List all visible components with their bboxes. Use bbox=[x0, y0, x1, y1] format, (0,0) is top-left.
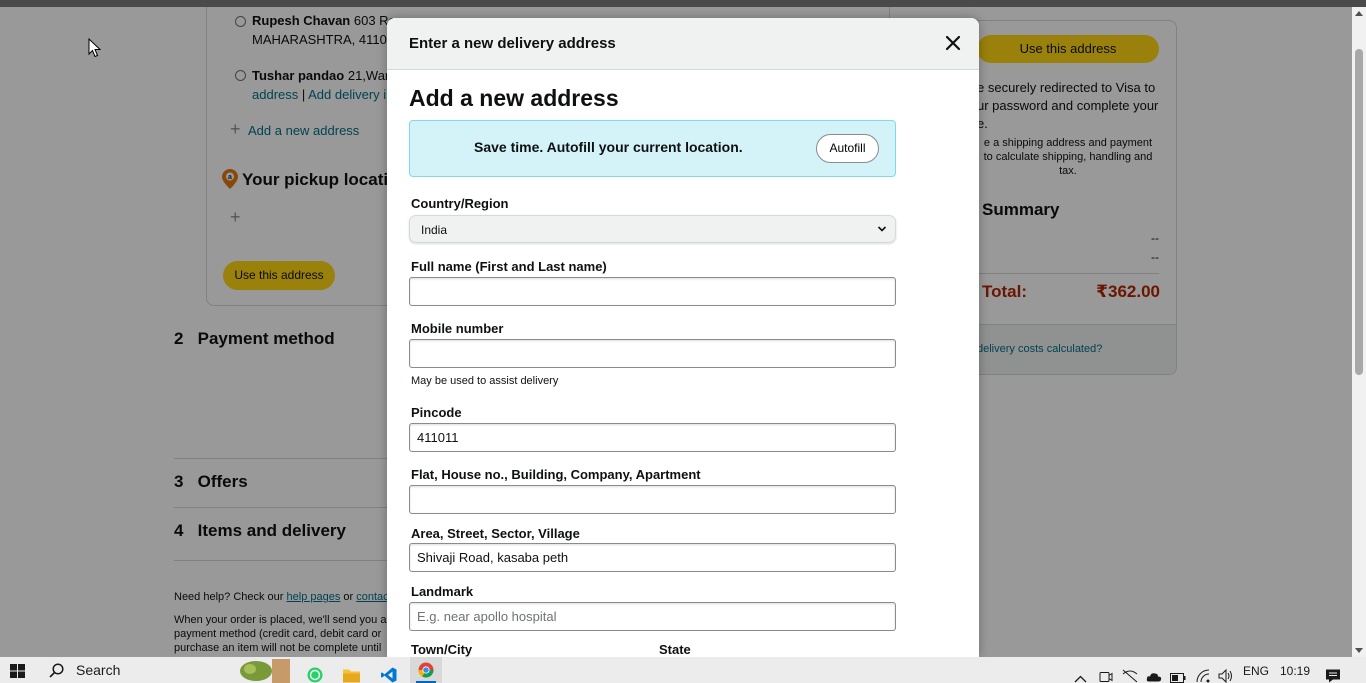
windows-taskbar: Search ENG 10:19 bbox=[0, 657, 1366, 683]
scroll-up-arrow-icon[interactable] bbox=[1355, 11, 1363, 16]
network-disconnected-icon[interactable] bbox=[1122, 663, 1138, 683]
flat-input[interactable] bbox=[409, 485, 896, 514]
chrome-icon bbox=[418, 662, 434, 678]
notifications-icon[interactable] bbox=[1325, 663, 1341, 683]
autofill-banner: Save time. Autofill your current locatio… bbox=[409, 120, 896, 177]
scroll-down-arrow-icon[interactable] bbox=[1355, 648, 1363, 653]
mobile-label: Mobile number bbox=[411, 321, 504, 336]
language-indicator[interactable]: ENG bbox=[1243, 664, 1269, 678]
landmark-label: Landmark bbox=[411, 584, 474, 599]
chevron-up-icon[interactable] bbox=[1074, 666, 1087, 683]
area-input[interactable] bbox=[409, 543, 896, 572]
country-select[interactable]: India bbox=[409, 215, 896, 243]
autofill-text: Save time. Autofill your current locatio… bbox=[474, 139, 743, 155]
mouse-cursor-icon bbox=[88, 38, 102, 58]
wifi-icon[interactable] bbox=[1196, 663, 1211, 683]
weather-widget-icon[interactable] bbox=[236, 657, 292, 683]
mobile-input[interactable] bbox=[409, 339, 896, 368]
pincode-label: Pincode bbox=[411, 405, 462, 420]
landmark-input[interactable] bbox=[409, 602, 896, 631]
taskbar-search-label[interactable]: Search bbox=[76, 662, 120, 678]
chevron-down-icon bbox=[877, 226, 887, 232]
chrome-taskbar-item[interactable] bbox=[410, 657, 442, 683]
clock[interactable]: 10:19 bbox=[1280, 664, 1310, 678]
modal-heading: Add a new address bbox=[409, 85, 619, 111]
state-label: State bbox=[659, 642, 691, 657]
close-icon[interactable] bbox=[944, 34, 962, 52]
scroll-thumb[interactable] bbox=[1355, 49, 1363, 375]
autofill-button[interactable]: Autofill bbox=[816, 134, 879, 163]
modal-title: Enter a new delivery address bbox=[409, 35, 616, 52]
browser-top-strip bbox=[0, 0, 1366, 7]
country-label: Country/Region bbox=[411, 196, 509, 211]
battery-icon[interactable] bbox=[1170, 665, 1186, 683]
new-address-modal: Enter a new delivery address Add a new a… bbox=[387, 18, 979, 657]
page-scrollbar[interactable] bbox=[1352, 7, 1366, 657]
fullname-label: Full name (First and Last name) bbox=[411, 259, 607, 274]
file-explorer-icon[interactable] bbox=[343, 662, 360, 683]
meet-icon[interactable] bbox=[1099, 664, 1113, 683]
windows-start-icon[interactable] bbox=[10, 664, 25, 678]
flat-label: Flat, House no., Building, Company, Apar… bbox=[411, 467, 701, 482]
country-value: India bbox=[421, 223, 448, 237]
vscode-icon[interactable] bbox=[381, 662, 397, 683]
onedrive-icon[interactable] bbox=[1146, 664, 1162, 683]
whatsapp-icon[interactable] bbox=[307, 662, 323, 683]
search-icon[interactable] bbox=[49, 663, 64, 678]
town-label: Town/City bbox=[411, 642, 473, 657]
modal-header: Enter a new delivery address bbox=[387, 18, 979, 70]
pincode-input[interactable] bbox=[409, 423, 896, 452]
fullname-input[interactable] bbox=[409, 277, 896, 306]
mobile-hint: May be used to assist delivery bbox=[411, 375, 559, 387]
volume-icon[interactable] bbox=[1218, 663, 1234, 683]
area-label: Area, Street, Sector, Village bbox=[411, 526, 580, 541]
